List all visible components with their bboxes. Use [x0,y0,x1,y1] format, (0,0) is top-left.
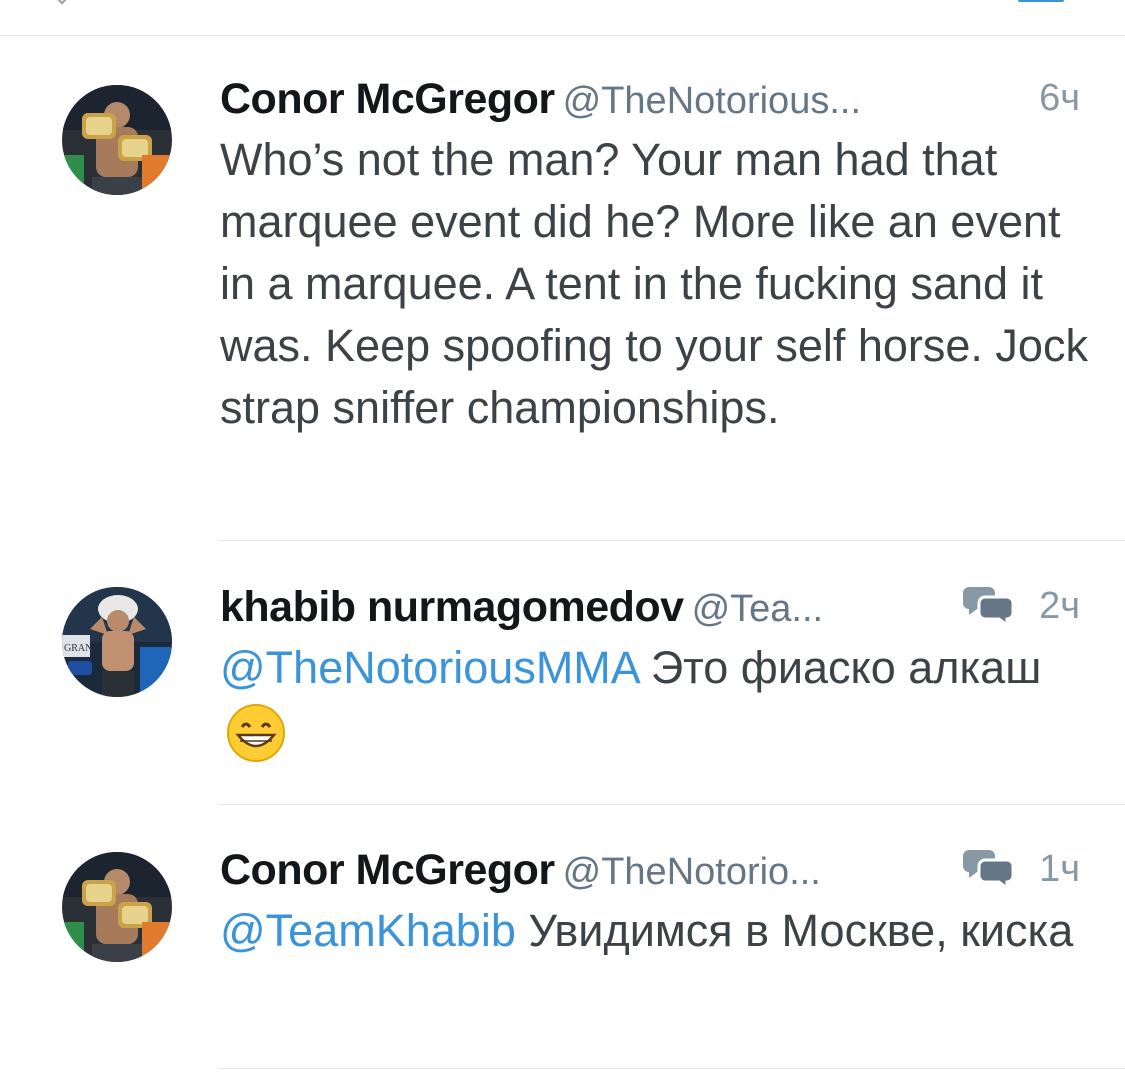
avatar[interactable] [62,852,172,962]
tweet-text: Who’s not the man? Your man had that mar… [220,134,1088,433]
mention-link[interactable]: @TeamKhabib [220,905,516,956]
tweet-header: Conor McGregor @TheNotorious... 6ч [220,75,1090,123]
divider [220,804,1125,805]
back-chevron-icon[interactable] [53,0,71,5]
tweet-body: khabib nurmagomedov @Tea... 2ч @TheNotori… [220,583,1090,763]
author-name[interactable]: khabib nurmagomedov [220,583,684,631]
tweet-body: Conor McGregor @TheNotorio... 1ч @TeamKha… [220,846,1090,962]
divider [0,35,1125,36]
avatar-label: GRAN [64,643,92,654]
compose-tab-indicator[interactable] [1018,0,1064,2]
divider [220,540,1125,541]
author-handle[interactable]: @Tea... [692,588,824,630]
tweet-header: Conor McGregor @TheNotorio... 1ч [220,846,1090,894]
timestamp: 2ч [1039,585,1080,627]
grinning-face-emoji [227,704,285,763]
conversation-icon [963,587,1015,627]
tweet-text: @TheNotoriousMMA Это фиаско алкаш [220,637,1090,763]
author-name[interactable]: Conor McGregor [220,75,555,123]
divider [220,1068,1125,1069]
timestamp: 6ч [1039,77,1080,119]
author-name[interactable]: Conor McGregor [220,846,555,894]
tweet-text-body: Это фиаско алкаш [638,642,1042,693]
tweet-header: khabib nurmagomedov @Tea... 2ч [220,583,1090,631]
timestamp: 1ч [1039,848,1080,890]
mention-link[interactable]: @TheNotoriousMMA [220,642,638,693]
avatar[interactable] [62,85,172,195]
avatar[interactable]: GRAN [62,587,172,697]
author-handle[interactable]: @TheNotorio... [563,851,821,893]
tweet-body: Conor McGregor @TheNotorious... 6ч Who’s … [220,75,1090,439]
author-handle[interactable]: @TheNotorious... [563,80,861,122]
tweet-text: @TeamKhabib Увидимся в Москве, киска [220,900,1090,962]
tweet-text-body: Увидимся в Москве, киска [515,905,1074,956]
timeline: Conor McGregor @TheNotorious... 6ч Who’s … [0,0,1125,1088]
conversation-icon [963,850,1015,890]
